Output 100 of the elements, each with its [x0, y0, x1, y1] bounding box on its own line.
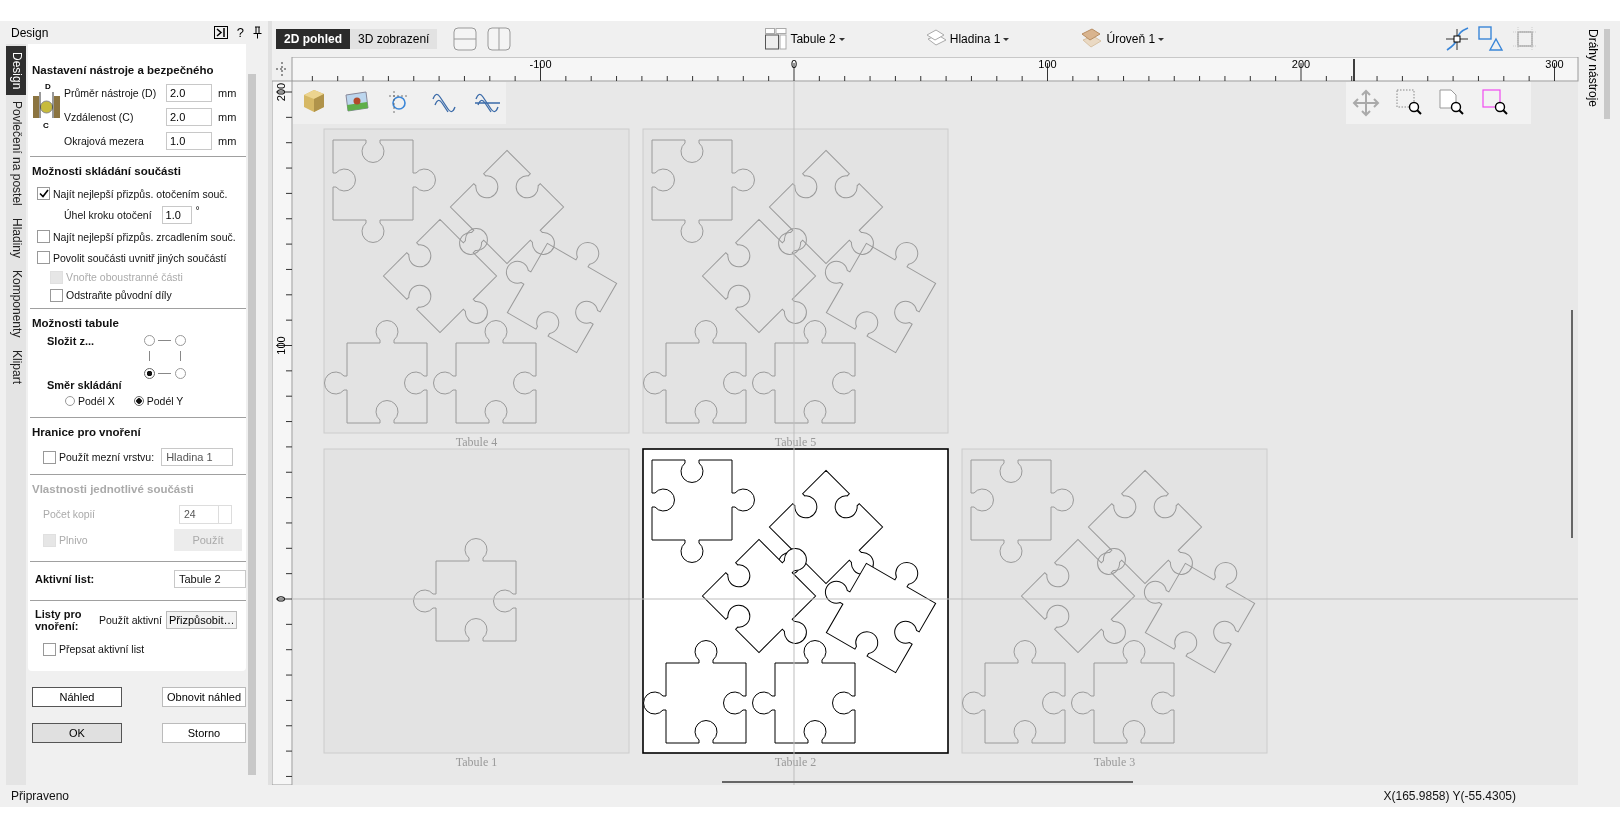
checkbox[interactable]: [43, 450, 56, 464]
vertical-tab[interactable]: Komponenty: [6, 264, 26, 344]
vertical-tab[interactable]: Hladiny: [6, 212, 26, 265]
scrollbar[interactable]: [1604, 29, 1610, 119]
shapes-icon[interactable]: [1478, 26, 1504, 52]
zigzag-toolpath-icon[interactable]: [432, 93, 456, 113]
checkbox-label: Použít mezní vrstvu:: [59, 451, 155, 463]
input-field[interactable]: 1.0: [161, 206, 192, 224]
ruler-label: 100: [1038, 58, 1057, 70]
checkbox-label: Odstraňte původní díly: [66, 289, 172, 301]
scrollbar[interactable]: [248, 74, 256, 775]
section-title: Hranice pro vnoření: [32, 426, 142, 438]
caret-icon[interactable]: [1003, 37, 1010, 41]
vertical-tab[interactable]: Klipart: [6, 343, 26, 390]
dropdown[interactable]: Tabule 2: [790, 32, 836, 46]
snap-icon[interactable]: [1444, 26, 1470, 52]
checkbox-label: Vnořte oboustranné části: [66, 271, 183, 283]
radio-button[interactable]: [133, 396, 144, 406]
nesting-sheets-label: Listy pro vnoření:: [35, 608, 83, 632]
radio-button[interactable]: [65, 396, 75, 406]
sheet-label: Tabule 5: [774, 435, 817, 449]
customize-button[interactable]: Přizpůsobit…: [166, 611, 238, 629]
corner-radio[interactable]: [175, 368, 187, 379]
sheets-icon: [765, 28, 788, 50]
box-icon[interactable]: [304, 90, 324, 112]
ruler-label: -100: [529, 58, 552, 70]
view-tab[interactable]: 3D zobrazení: [350, 29, 438, 49]
field-label: Průměr nástroje (D): [64, 87, 158, 99]
section-title: Vlastnosti jednotlivé součásti: [32, 483, 195, 495]
ruler-corner-icon: [275, 61, 289, 77]
checkbox-label: Najít nejlepší přizpůs. zrcadlením souč.: [53, 230, 236, 243]
checkbox[interactable]: [37, 230, 50, 243]
sheet-select[interactable]: Tabule 2: [174, 570, 246, 588]
ruler-label: 300: [1545, 58, 1564, 70]
field-label: Úhel kroku otočení: [64, 209, 152, 221]
image-icon[interactable]: [345, 91, 369, 112]
vertical-tab[interactable]: Dráhy nástroje: [1586, 29, 1600, 109]
corner-radio[interactable]: [144, 368, 156, 379]
field-label: Počet kopií: [43, 508, 95, 520]
active-sheet-label: Aktivní list:: [35, 573, 95, 585]
cursor-coordinates: X(165.9858) Y(-55.4305): [1383, 789, 1516, 803]
compose-label: Složit z...: [47, 335, 95, 347]
pan-icon[interactable]: [1352, 89, 1380, 117]
unit-label: mm: [218, 111, 237, 123]
ruler-label: 200: [1291, 58, 1311, 70]
scrollbar[interactable]: [722, 781, 1133, 783]
input-field[interactable]: 2.0: [166, 108, 212, 126]
levels-icon: [1081, 28, 1104, 50]
cancel-button[interactable]: Storno: [162, 723, 246, 743]
refresh-preview-button[interactable]: Obnovit náhled: [162, 687, 246, 707]
checkbox[interactable]: [37, 187, 50, 200]
ruler-label: 100: [275, 336, 287, 355]
view-tab[interactable]: 2D pohled: [276, 29, 350, 49]
zigzag-toolpath-icon[interactable]: [474, 93, 501, 113]
section-title: Nastavení nástroje a bezpečného: [32, 64, 215, 76]
unit-label: mm: [218, 135, 237, 147]
radio-label: Podél X: [78, 395, 115, 407]
checkbox[interactable]: [50, 288, 63, 302]
field-label: Okrajová mezera: [64, 135, 145, 147]
circle-target-icon[interactable]: [388, 90, 410, 116]
corner-radio[interactable]: [175, 335, 187, 346]
checkbox[interactable]: [37, 251, 50, 264]
vertical-tab[interactable]: Povlečení na postel: [6, 95, 26, 213]
corner-radio[interactable]: [144, 335, 156, 346]
checkbox-label: Najít nejlepší přizpůs. otočením souč.: [53, 187, 228, 200]
help-button[interactable]: ?: [236, 25, 244, 40]
dropdown[interactable]: Úroveň 1: [1106, 32, 1156, 46]
checkbox-label: Povolit součásti uvnitř jiných součástí: [53, 251, 227, 264]
zoom-selection-icon[interactable]: [1482, 89, 1508, 115]
caret-icon[interactable]: [838, 37, 845, 41]
input-field[interactable]: 1.0: [166, 132, 212, 150]
layer-select[interactable]: Hladina 1: [161, 448, 234, 466]
field-label: Vzdálenost (C): [64, 111, 135, 123]
grid-icon[interactable]: [1512, 26, 1538, 52]
zoom-box-icon[interactable]: [1396, 89, 1422, 115]
dropdown[interactable]: Hladina 1: [949, 32, 1001, 46]
sheet-label: Tabule 3: [1093, 755, 1136, 769]
split-horizontal-icon[interactable]: [453, 27, 478, 51]
checkbox[interactable]: [43, 642, 56, 656]
caret-icon[interactable]: [1158, 37, 1165, 41]
ruler-label: 0: [790, 58, 798, 70]
pin-icon[interactable]: [253, 26, 262, 39]
preview-button[interactable]: Náhled: [32, 687, 122, 707]
sheet-label: Tabule 4: [455, 435, 498, 449]
section-title: Možnosti skládání součásti: [32, 165, 182, 177]
vertical-tab[interactable]: Design: [6, 46, 26, 96]
ok-button[interactable]: OK: [32, 723, 122, 743]
ruler-label: 200: [275, 82, 287, 102]
checkbox-label: Plnivo: [59, 534, 88, 546]
collapse-icon[interactable]: [213, 26, 228, 39]
scrollbar[interactable]: [1571, 310, 1573, 538]
checkbox-label: Přepsat aktivní list: [59, 643, 145, 655]
mode-label: Použít aktivní: [99, 614, 163, 626]
sheet-label: Tabule 1: [455, 755, 498, 769]
input-field[interactable]: 2.0: [166, 84, 212, 102]
zoom-page-icon[interactable]: [1439, 89, 1464, 115]
unit-label: mm: [218, 87, 237, 99]
direction-label: Směr skládání: [46, 379, 123, 391]
radio-label: Podél Y: [146, 395, 184, 407]
split-vertical-icon[interactable]: [487, 27, 512, 51]
